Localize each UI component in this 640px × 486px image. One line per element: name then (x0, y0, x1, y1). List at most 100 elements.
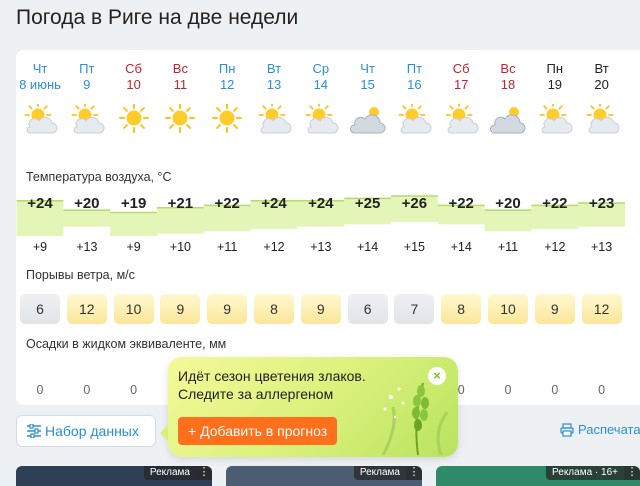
cloudy-icon (490, 107, 526, 134)
sun-icon (118, 104, 149, 133)
temperature-max: +22 (448, 195, 474, 212)
day-header[interactable]: Вс 18 (483, 61, 533, 93)
temperature-min: +13 (310, 240, 332, 254)
day-header[interactable]: Сб 10 (109, 61, 159, 93)
day-of-week: Сб (125, 61, 143, 76)
temperature-min: +9 (32, 240, 48, 254)
ad-banner-2[interactable]: Реклама ⋮ (226, 466, 422, 486)
day-date: 20 (594, 77, 609, 92)
partly-sunny-icon (71, 104, 105, 134)
day-date: 9 (83, 77, 91, 92)
day-date: 10 (126, 77, 141, 92)
temperature-max: +24 (308, 195, 334, 212)
temperature-max: +22 (542, 195, 568, 212)
temperature-max: +25 (354, 195, 381, 212)
precip-section-label: Осадки в жидком эквиваленте, мм (26, 337, 227, 351)
temperature-max: +24 (27, 195, 53, 212)
temperature-max: +21 (167, 195, 194, 212)
day-header[interactable]: Вт 20 (577, 61, 627, 93)
wind-gust-value: 10 (488, 294, 528, 324)
day-of-week: Вс (172, 61, 188, 76)
temperature-min: +13 (590, 240, 613, 254)
ad-label: Реклама (143, 466, 196, 480)
data-set-button[interactable]: Набор данных (16, 415, 156, 447)
wind-gust-value: 12 (66, 294, 107, 324)
temperature-min: +15 (403, 240, 425, 254)
day-header[interactable]: Пт 16 (389, 61, 439, 93)
allergen-popup: Идёт сезон цветения злаков. Следите за а… (160, 357, 458, 457)
printer-icon (560, 423, 574, 437)
print-label: Распечатать (578, 422, 640, 437)
temperature-max: +24 (261, 195, 287, 212)
day-date: 17 (453, 77, 469, 92)
temperature-min: +9 (126, 240, 141, 254)
day-date: 15 (360, 77, 375, 92)
day-header[interactable]: Вс 11 (155, 61, 205, 93)
day-date: 13 (266, 77, 282, 92)
day-header[interactable]: Чт 15 (343, 61, 393, 93)
precip-value: 0 (504, 383, 512, 397)
day-of-week: Пн (218, 61, 236, 76)
wind-section-label: Порывы ветра, м/с (26, 268, 135, 282)
day-of-week: Вт (266, 61, 282, 76)
ad-menu-icon[interactable]: ⋮ (406, 466, 422, 480)
wind-gust-value: 12 (581, 294, 622, 324)
partly-sunny-icon (586, 104, 620, 134)
precip-value: 0 (130, 383, 138, 397)
ad-menu-icon[interactable]: ⋮ (196, 466, 212, 480)
day-header[interactable]: Сб 17 (436, 61, 486, 93)
temperature-min: +12 (544, 240, 566, 254)
day-of-week: Сб (452, 61, 470, 76)
temperature-max: +20 (74, 195, 100, 212)
ad-banner-3[interactable]: Реклама · 16+ ⋮ (436, 466, 640, 486)
day-date: 18 (500, 77, 516, 92)
temperature-min: +14 (356, 240, 379, 254)
data-set-label: Набор данных (45, 423, 139, 439)
add-to-forecast-button[interactable]: + Добавить в прогноз (178, 417, 338, 445)
popup-close-button[interactable]: × (428, 367, 446, 385)
day-header[interactable]: Чт 8 июнь (15, 61, 65, 93)
day-date: 14 (313, 77, 329, 92)
ad-label: Реклама · 16+ (546, 466, 624, 480)
sliders-icon (27, 424, 41, 438)
wind-gust-value: 9 (300, 294, 341, 324)
ad-banner-1[interactable]: Реклама ⋮ (16, 466, 212, 486)
ad-label: Реклама (353, 466, 406, 480)
temperature-max: +26 (401, 195, 428, 212)
day-of-week: Пн (546, 61, 564, 76)
temperature-min: +10 (169, 240, 191, 254)
day-of-week: Чт (32, 61, 48, 76)
temperature-section-label: Температура воздуха, °C (26, 170, 172, 184)
day-of-week: Вт (594, 61, 609, 76)
temperature-max: +23 (588, 195, 615, 212)
wind-gust-value: 9 (534, 294, 575, 324)
temperature-max: +22 (214, 195, 240, 212)
day-of-week: Пт (406, 61, 423, 76)
precip-value: 0 (598, 383, 606, 397)
partly-sunny-icon (445, 104, 479, 134)
temperature-min: +13 (76, 240, 98, 254)
day-header[interactable]: Пн 12 (202, 61, 252, 93)
wind-gust-value: 7 (394, 294, 435, 324)
temperature-min: +11 (217, 240, 238, 254)
wind-gust-value: 6 (347, 294, 388, 324)
temperature-min: +11 (497, 240, 519, 254)
precip-value: 0 (551, 383, 559, 397)
partly-sunny-icon (539, 104, 573, 134)
day-header[interactable]: Вт 13 (249, 61, 299, 93)
day-of-week: Чт (360, 61, 375, 76)
day-header[interactable]: Пн 19 (530, 61, 580, 93)
partly-sunny-icon (398, 104, 432, 134)
temperature-max: +20 (495, 195, 521, 212)
day-header[interactable]: Пт 9 (62, 61, 112, 93)
wind-gust-value: 8 (254, 294, 294, 324)
wind-gust-value: 9 (207, 294, 248, 324)
partly-sunny-icon (258, 104, 292, 134)
cloudy-icon (349, 107, 386, 134)
temperature-min: +12 (263, 240, 285, 254)
day-of-week: Ср (312, 61, 330, 76)
day-header[interactable]: Ср 14 (296, 61, 346, 93)
ad-menu-icon[interactable]: ⋮ (624, 466, 640, 480)
wind-gust-value: 9 (160, 294, 201, 324)
day-date: 8 июнь (19, 77, 61, 92)
